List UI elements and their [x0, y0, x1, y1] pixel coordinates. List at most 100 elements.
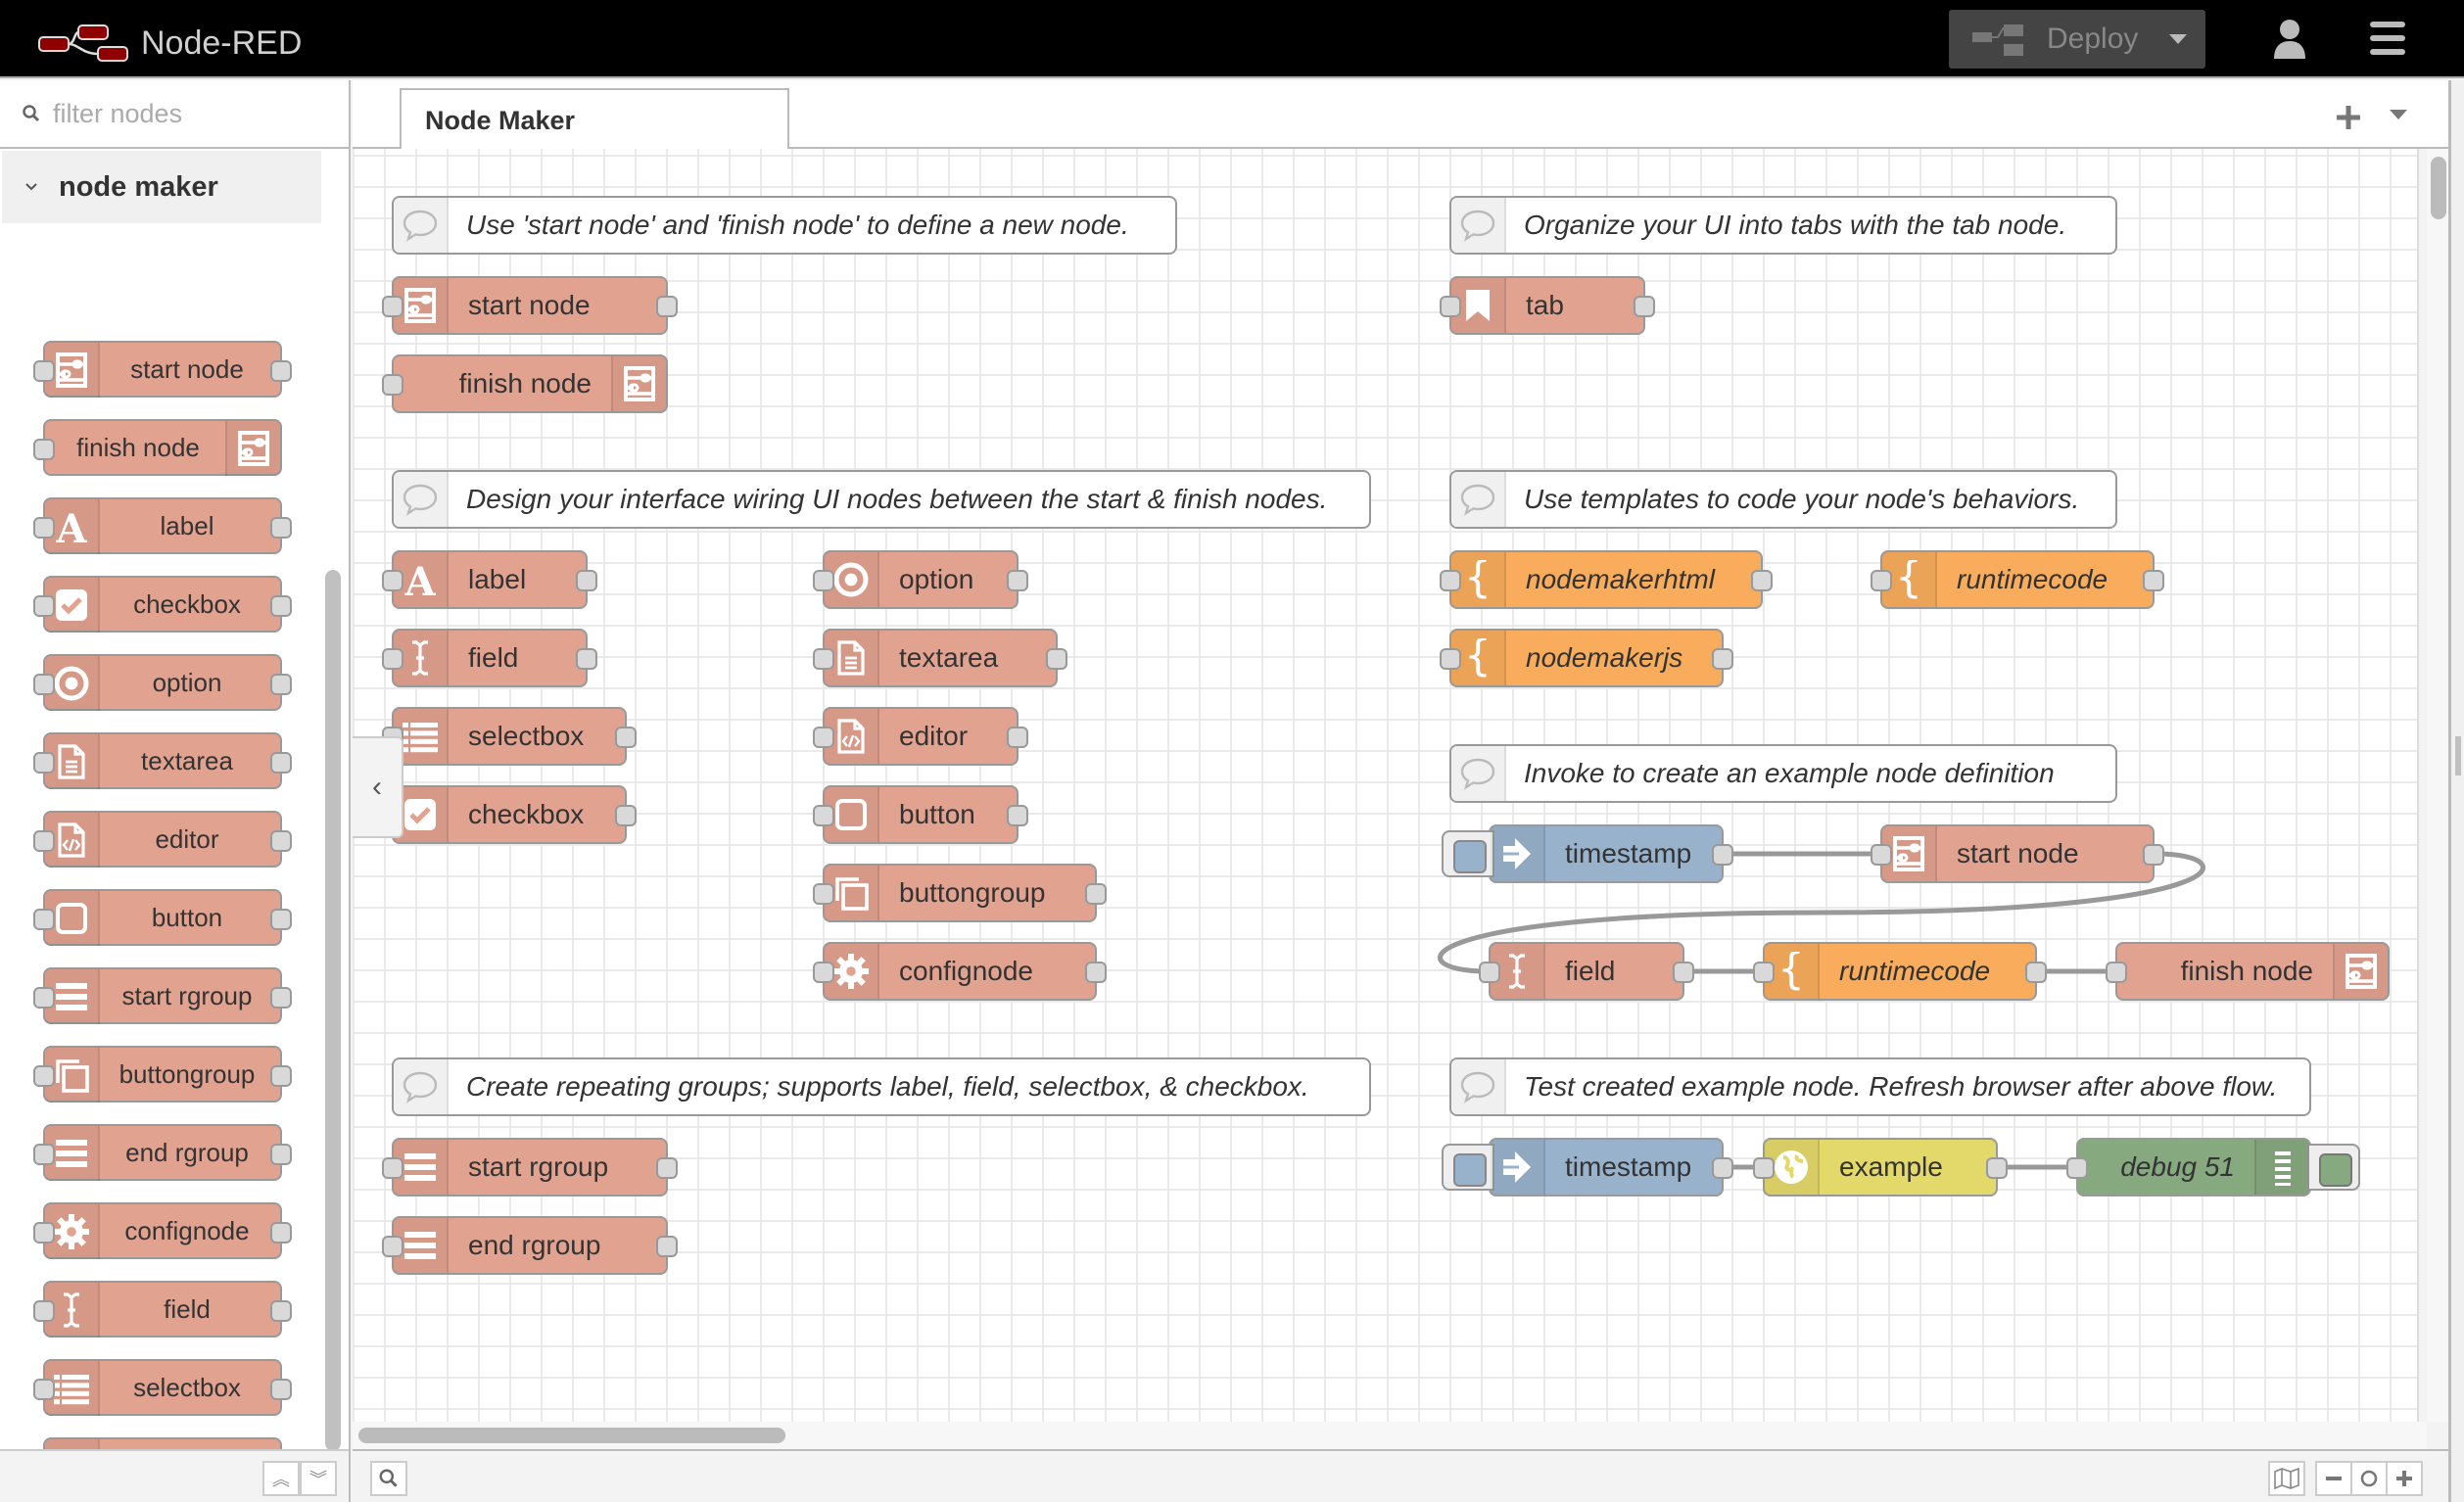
search-flows-button[interactable]: [370, 1461, 407, 1496]
filter-nodes-input[interactable]: [51, 97, 325, 130]
output-port[interactable]: [1085, 962, 1107, 983]
flow-node-start-node[interactable]: start node: [382, 276, 678, 335]
output-port[interactable]: [1986, 1157, 2008, 1179]
input-port[interactable]: [382, 296, 403, 317]
output-port[interactable]: [656, 1157, 678, 1179]
inject-trigger-button[interactable]: [1442, 830, 1494, 877]
output-port[interactable]: [1046, 648, 1067, 670]
output-port[interactable]: [1007, 727, 1028, 748]
output-port[interactable]: [270, 1222, 292, 1244]
flow-node-field[interactable]: field: [1479, 942, 1694, 1001]
flow-node-debug-51[interactable]: debug 51: [2066, 1138, 2360, 1197]
input-port[interactable]: [1871, 570, 1892, 591]
palette-scrollbar[interactable]: [325, 570, 341, 1451]
flow-node-start-rgroup[interactable]: start rgroup: [382, 1138, 678, 1197]
flow-node-example[interactable]: example: [1753, 1138, 2008, 1197]
output-port[interactable]: [576, 648, 597, 670]
main-menu-button[interactable]: [2370, 22, 2405, 55]
sidebar-separator-handle[interactable]: [2455, 736, 2461, 775]
palette-node-textarea[interactable]: textarea: [33, 732, 292, 789]
debug-toggle-button[interactable]: [2307, 1144, 2360, 1191]
output-port[interactable]: [270, 517, 292, 539]
inject-trigger-button[interactable]: [1442, 1144, 1494, 1191]
input-port[interactable]: [33, 439, 55, 460]
comment-node[interactable]: Use templates to code your node's behavi…: [1449, 470, 2117, 529]
input-port[interactable]: [1753, 962, 1775, 983]
input-port[interactable]: [382, 374, 403, 396]
flow-node-tab[interactable]: tab: [1440, 276, 1655, 335]
deploy-button[interactable]: Deploy: [1949, 10, 2151, 69]
input-port[interactable]: [1479, 962, 1500, 983]
zoom-reset-button[interactable]: [2350, 1461, 2388, 1496]
flow-node-checkbox[interactable]: checkbox: [382, 785, 637, 844]
comment-node[interactable]: Test created example node. Refresh brows…: [1449, 1057, 2311, 1116]
input-port[interactable]: [33, 1222, 55, 1244]
palette-node-editor[interactable]: editor: [33, 811, 292, 868]
flow-node-runtimecode[interactable]: runtimecode: [1871, 550, 2164, 609]
output-port[interactable]: [1712, 648, 1733, 670]
output-port[interactable]: [270, 909, 292, 930]
palette-node-start-node[interactable]: start node: [33, 341, 292, 398]
output-port[interactable]: [2143, 570, 2164, 591]
output-port[interactable]: [270, 1379, 292, 1400]
output-port[interactable]: [2143, 844, 2164, 866]
output-port[interactable]: [270, 1300, 292, 1322]
input-port[interactable]: [33, 1065, 55, 1087]
expand-all-button[interactable]: ︾: [300, 1461, 337, 1496]
output-port[interactable]: [1007, 570, 1028, 591]
input-port[interactable]: [813, 570, 834, 591]
input-port[interactable]: [1871, 844, 1892, 866]
palette-node-start-rgroup[interactable]: start rgroup: [33, 967, 292, 1024]
user-menu-button[interactable]: [2266, 18, 2313, 61]
input-port[interactable]: [33, 1144, 55, 1165]
navigator-button[interactable]: [2268, 1461, 2305, 1496]
comment-node[interactable]: Use 'start node' and 'finish node' to de…: [392, 196, 1177, 255]
output-port[interactable]: [2025, 962, 2047, 983]
flow-canvas[interactable]: Use 'start node' and 'finish node' to de…: [353, 149, 2419, 1422]
output-port[interactable]: [270, 674, 292, 695]
output-port[interactable]: [1634, 296, 1655, 317]
collapse-all-button[interactable]: ︽: [262, 1461, 300, 1496]
output-port[interactable]: [576, 570, 597, 591]
flow-node-timestamp[interactable]: timestamp: [1442, 824, 1733, 883]
palette-node-finish-node[interactable]: finish node: [33, 419, 282, 476]
input-port[interactable]: [33, 752, 55, 774]
output-port[interactable]: [1712, 1157, 1733, 1179]
flow-node-selectbox[interactable]: selectbox: [382, 707, 637, 766]
horizontal-scroll-thumb[interactable]: [358, 1428, 785, 1443]
palette-node-selectbox[interactable]: selectbox: [33, 1359, 292, 1416]
input-port[interactable]: [33, 987, 55, 1009]
output-port[interactable]: [270, 595, 292, 617]
palette-node-field[interactable]: field: [33, 1281, 292, 1338]
palette-node-option[interactable]: option: [33, 654, 292, 711]
input-port[interactable]: [813, 805, 834, 826]
canvas-vertical-scrollbar[interactable]: [2427, 149, 2448, 1422]
zoom-in-button[interactable]: [2386, 1461, 2423, 1496]
tab-list-menu-button[interactable]: [2390, 110, 2407, 119]
input-port[interactable]: [33, 517, 55, 539]
flow-node-textarea[interactable]: textarea: [813, 629, 1067, 687]
flow-node-buttongroup[interactable]: buttongroup: [813, 864, 1107, 922]
palette-node-buttongroup[interactable]: buttongroup: [33, 1046, 292, 1103]
output-port[interactable]: [270, 987, 292, 1009]
flow-node-nodemakerjs[interactable]: nodemakerjs: [1440, 629, 1733, 687]
comment-node[interactable]: Create repeating groups; supports label,…: [392, 1057, 1371, 1116]
input-port[interactable]: [1440, 648, 1461, 670]
input-port[interactable]: [1753, 1157, 1775, 1179]
flow-node-end-rgroup[interactable]: end rgroup: [382, 1216, 678, 1275]
input-port[interactable]: [813, 883, 834, 905]
input-port[interactable]: [33, 360, 55, 382]
output-port[interactable]: [656, 1236, 678, 1257]
output-port[interactable]: [615, 805, 637, 826]
flow-node-finish-node[interactable]: finish node: [2106, 942, 2390, 1001]
output-port[interactable]: [615, 727, 637, 748]
input-port[interactable]: [33, 909, 55, 930]
flow-node-timestamp[interactable]: timestamp: [1442, 1138, 1733, 1197]
input-port[interactable]: [382, 570, 403, 591]
flow-node-option[interactable]: option: [813, 550, 1028, 609]
flow-node-editor[interactable]: editor: [813, 707, 1028, 766]
output-port[interactable]: [270, 752, 292, 774]
sidebar-separator[interactable]: [2448, 80, 2464, 1502]
output-port[interactable]: [270, 1144, 292, 1165]
input-port[interactable]: [382, 648, 403, 670]
